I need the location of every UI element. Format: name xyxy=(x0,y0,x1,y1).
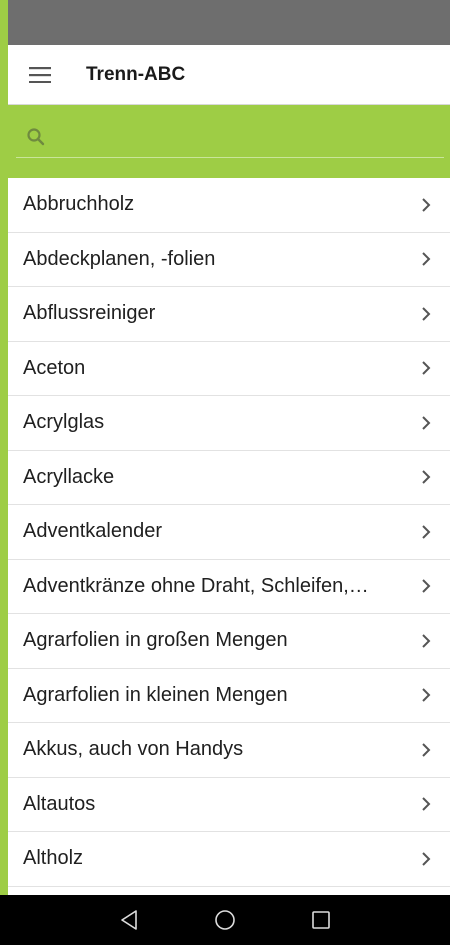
chevron-right-icon xyxy=(422,525,431,539)
chevron-right-icon xyxy=(422,579,431,593)
list-item[interactable]: Abflussreiniger xyxy=(8,287,450,342)
list-item[interactable]: Adventkränze ohne Draht, Schleifen,… xyxy=(8,560,450,614)
recents-square-icon[interactable] xyxy=(299,898,343,942)
item-list: Abbruchholz Abdeckplanen, -folien Abflussr… xyxy=(8,178,450,887)
search-icon xyxy=(26,127,46,147)
list-item[interactable]: Abdeckplanen, -folien xyxy=(8,233,450,287)
list-item[interactable]: Acrylglas xyxy=(8,396,450,451)
list-item[interactable]: Agrarfolien in großen Mengen xyxy=(8,614,450,669)
chevron-right-icon xyxy=(422,634,431,648)
list-item[interactable]: Aceton xyxy=(8,342,450,396)
back-triangle-icon[interactable] xyxy=(107,898,151,942)
app-bar: Trenn-ABC xyxy=(8,45,450,105)
list-item-label: Akkus, auch von Handys xyxy=(23,738,244,761)
search-bar xyxy=(8,105,450,178)
list-item-label: Adventkränze ohne Draht, Schleifen,… xyxy=(23,574,369,597)
list-item[interactable]: Altholz xyxy=(8,832,450,887)
list-item-label: Altholz xyxy=(23,847,84,870)
list-item[interactable]: Adventkalender xyxy=(8,505,450,560)
list-item-label: Agrarfolien in kleinen Mengen xyxy=(23,683,288,706)
chevron-right-icon xyxy=(422,361,431,375)
search-field[interactable] xyxy=(16,117,444,158)
list-item-label: Abflussreiniger xyxy=(23,302,156,325)
chevron-right-icon xyxy=(422,470,431,484)
list-item-label: Abbruchholz xyxy=(23,193,135,216)
chevron-right-icon xyxy=(422,688,431,702)
list-item-label: Acrylglas xyxy=(23,411,105,434)
chevron-right-icon xyxy=(422,198,431,212)
list-item-label: Agrarfolien in großen Mengen xyxy=(23,629,288,652)
search-input[interactable] xyxy=(54,121,444,153)
list-item-label: Abdeckplanen, -folien xyxy=(23,247,216,270)
list-item-label: Acryllacke xyxy=(23,465,115,488)
list-item[interactable]: Altautos xyxy=(8,778,450,832)
chevron-right-icon xyxy=(422,852,431,866)
hamburger-menu-icon[interactable] xyxy=(20,55,60,95)
chevron-right-icon xyxy=(422,416,431,430)
list-item[interactable]: Akkus, auch von Handys xyxy=(8,723,450,778)
list-item-label: Adventkalender xyxy=(23,520,162,543)
chevron-right-icon xyxy=(422,743,431,757)
page-title: Trenn-ABC xyxy=(86,63,186,85)
home-circle-icon[interactable] xyxy=(203,898,247,942)
list-item-label: Altautos xyxy=(23,792,96,815)
list-item-label: Aceton xyxy=(23,356,86,379)
chevron-right-icon xyxy=(422,307,431,321)
list-item[interactable]: Acryllacke xyxy=(8,451,450,505)
system-nav-bar xyxy=(0,895,450,945)
list-item[interactable]: Agrarfolien in kleinen Mengen xyxy=(8,669,450,723)
chevron-right-icon xyxy=(422,797,431,811)
status-bar xyxy=(8,0,450,45)
app-frame: Trenn-ABC Abbruchholz Abdeckplanen, -foli… xyxy=(8,0,450,945)
list-item[interactable]: Abbruchholz xyxy=(8,178,450,233)
chevron-right-icon xyxy=(422,252,431,266)
